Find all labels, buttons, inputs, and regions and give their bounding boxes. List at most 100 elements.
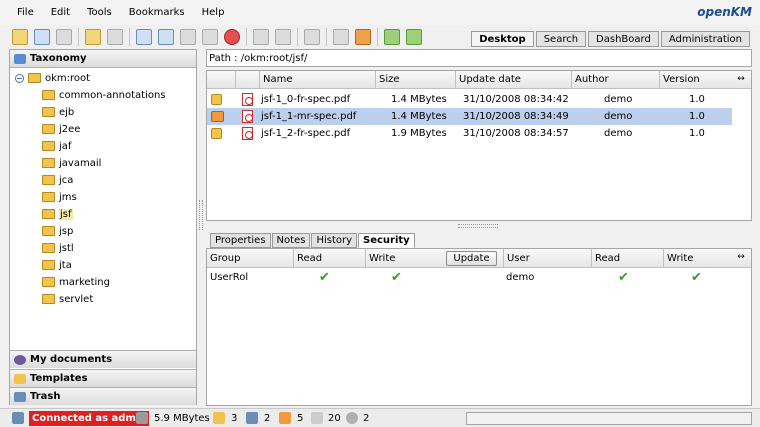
horizontal-splitter[interactable] bbox=[458, 224, 498, 228]
tree-root-label: okm:root bbox=[45, 72, 91, 84]
tree-item-label: javamail bbox=[59, 157, 102, 169]
mail-icon bbox=[211, 111, 224, 122]
toolbar-separator bbox=[129, 28, 130, 46]
workflow-icon[interactable] bbox=[346, 412, 358, 424]
security-row: UserRol ✔ ✔ demo ✔ ✔ bbox=[207, 269, 751, 286]
vertical-splitter[interactable] bbox=[199, 200, 203, 230]
tab-dashboard[interactable]: DashBoard bbox=[588, 31, 659, 47]
tab-properties[interactable]: Properties bbox=[210, 233, 271, 248]
menu-edit[interactable]: Edit bbox=[51, 7, 70, 18]
trash-label: Trash bbox=[30, 391, 61, 402]
tab-security[interactable]: Security bbox=[358, 233, 415, 248]
file-list: Name Size Update date Author Version ↔ j… bbox=[206, 70, 752, 221]
expand-icon[interactable]: ↔ bbox=[735, 74, 747, 84]
tree-item-ejb[interactable]: ejb bbox=[42, 104, 74, 120]
navigator-panel: Taxonomy okm:root common-annotations ejb… bbox=[9, 49, 197, 405]
user-read-check-icon[interactable]: ✔ bbox=[618, 270, 629, 285]
my-documents-header[interactable]: My documents bbox=[10, 350, 196, 368]
home-icon[interactable] bbox=[406, 29, 422, 45]
column-author[interactable]: Author bbox=[571, 71, 659, 89]
add-property-group-icon[interactable] bbox=[253, 29, 269, 45]
checkin-icon[interactable] bbox=[202, 29, 218, 45]
tree-item-marketing[interactable]: marketing bbox=[42, 274, 110, 290]
menu-help[interactable]: Help bbox=[202, 7, 225, 18]
folder-icon bbox=[42, 192, 55, 202]
folder-icon bbox=[42, 90, 55, 100]
table-row[interactable]: jsf-1_2-fr-spec.pdf 1.9 MBytes 31/10/200… bbox=[207, 125, 732, 142]
tree-item-jms[interactable]: jms bbox=[42, 189, 77, 205]
delete-icon[interactable] bbox=[224, 29, 240, 45]
tree-item-label: jsf bbox=[59, 208, 73, 220]
file-version: 1.0 bbox=[689, 128, 705, 139]
collapse-icon[interactable] bbox=[15, 73, 24, 83]
tree-item-jta[interactable]: jta bbox=[42, 257, 72, 273]
tree-item-javamail[interactable]: javamail bbox=[42, 155, 101, 171]
tab-search[interactable]: Search bbox=[535, 31, 587, 47]
create-folder-icon[interactable] bbox=[12, 29, 28, 45]
column-update-date[interactable]: Update date bbox=[455, 71, 571, 89]
templates-header[interactable]: Templates bbox=[10, 369, 196, 387]
file-version: 1.0 bbox=[689, 111, 705, 122]
tree-item-jaf[interactable]: jaf bbox=[42, 138, 71, 154]
group-read-check-icon[interactable]: ✔ bbox=[319, 270, 330, 285]
tree-item-label: jstl bbox=[59, 242, 74, 254]
remove-subscription-icon[interactable] bbox=[355, 29, 371, 45]
tree-item-jstl[interactable]: jstl bbox=[42, 240, 74, 256]
status-column-header[interactable] bbox=[207, 71, 235, 89]
file-date: 31/10/2008 08:34:42 bbox=[463, 94, 569, 105]
menu-bookmarks[interactable]: Bookmarks bbox=[129, 7, 185, 18]
column-name[interactable]: Name bbox=[259, 71, 375, 89]
toolbar-separator bbox=[377, 28, 378, 46]
lock-icon[interactable] bbox=[85, 29, 101, 45]
tree-item-jsf[interactable]: jsf bbox=[42, 206, 73, 222]
user-write-check-icon[interactable]: ✔ bbox=[691, 270, 702, 285]
tab-administration[interactable]: Administration bbox=[660, 31, 750, 47]
download-icon[interactable] bbox=[158, 29, 174, 45]
add-subscription-icon[interactable] bbox=[333, 29, 349, 45]
column-group: Group bbox=[210, 253, 241, 264]
mail-icon[interactable] bbox=[311, 412, 323, 424]
tab-history[interactable]: History bbox=[311, 233, 358, 248]
remove-property-group-icon[interactable] bbox=[275, 29, 291, 45]
table-row-selected[interactable]: jsf-1_1-mr-spec.pdf 1.4 MBytes 31/10/200… bbox=[207, 108, 732, 125]
checkout-icon[interactable] bbox=[246, 412, 258, 424]
lightning-icon bbox=[14, 373, 26, 384]
tree-item-servlet[interactable]: servlet bbox=[42, 291, 93, 307]
tree-item-j2ee[interactable]: j2ee bbox=[42, 121, 80, 137]
menu-tools[interactable]: Tools bbox=[87, 7, 112, 18]
tab-desktop[interactable]: Desktop bbox=[471, 31, 534, 47]
expand-icon[interactable]: ↔ bbox=[735, 252, 747, 262]
type-column-header[interactable] bbox=[235, 71, 259, 89]
tree-root[interactable]: okm:root bbox=[15, 70, 90, 86]
table-row[interactable]: jsf-1_0-fr-spec.pdf 1.4 MBytes 31/10/200… bbox=[207, 91, 732, 108]
trash-header[interactable]: Trash bbox=[10, 387, 196, 405]
checkout-icon[interactable] bbox=[180, 29, 196, 45]
tree-item-common-annotations[interactable]: common-annotations bbox=[42, 87, 166, 103]
find-folder-icon[interactable] bbox=[34, 29, 50, 45]
file-list-header: Name Size Update date Author Version ↔ bbox=[207, 71, 751, 89]
column-version[interactable]: Version bbox=[659, 71, 733, 89]
folder-icon bbox=[42, 175, 55, 185]
lock-icon[interactable] bbox=[213, 412, 225, 424]
taxonomy-header[interactable]: Taxonomy bbox=[10, 50, 196, 68]
folder-icon bbox=[42, 124, 55, 134]
add-document-icon[interactable] bbox=[136, 29, 152, 45]
openkm-logo: openKM bbox=[697, 5, 752, 19]
update-button[interactable]: Update bbox=[446, 251, 497, 266]
tree-item-label: jaf bbox=[59, 140, 72, 152]
refresh-icon[interactable] bbox=[384, 29, 400, 45]
tab-notes[interactable]: Notes bbox=[271, 233, 311, 248]
group-write-check-icon[interactable]: ✔ bbox=[391, 270, 402, 285]
column-size[interactable]: Size bbox=[375, 71, 455, 89]
column-group-write: Write bbox=[365, 249, 441, 268]
find-document-icon[interactable] bbox=[56, 29, 72, 45]
workflow-icon[interactable] bbox=[304, 29, 320, 45]
menu-file[interactable]: File bbox=[17, 7, 34, 18]
tree-item-jsp[interactable]: jsp bbox=[42, 223, 73, 239]
column-user-read: Read bbox=[591, 249, 663, 268]
tree-item-label: jms bbox=[59, 191, 77, 203]
tree-item-jca[interactable]: jca bbox=[42, 172, 73, 188]
unlock-icon[interactable] bbox=[107, 29, 123, 45]
subscription-icon[interactable] bbox=[279, 412, 291, 424]
user-name: demo bbox=[506, 272, 535, 283]
